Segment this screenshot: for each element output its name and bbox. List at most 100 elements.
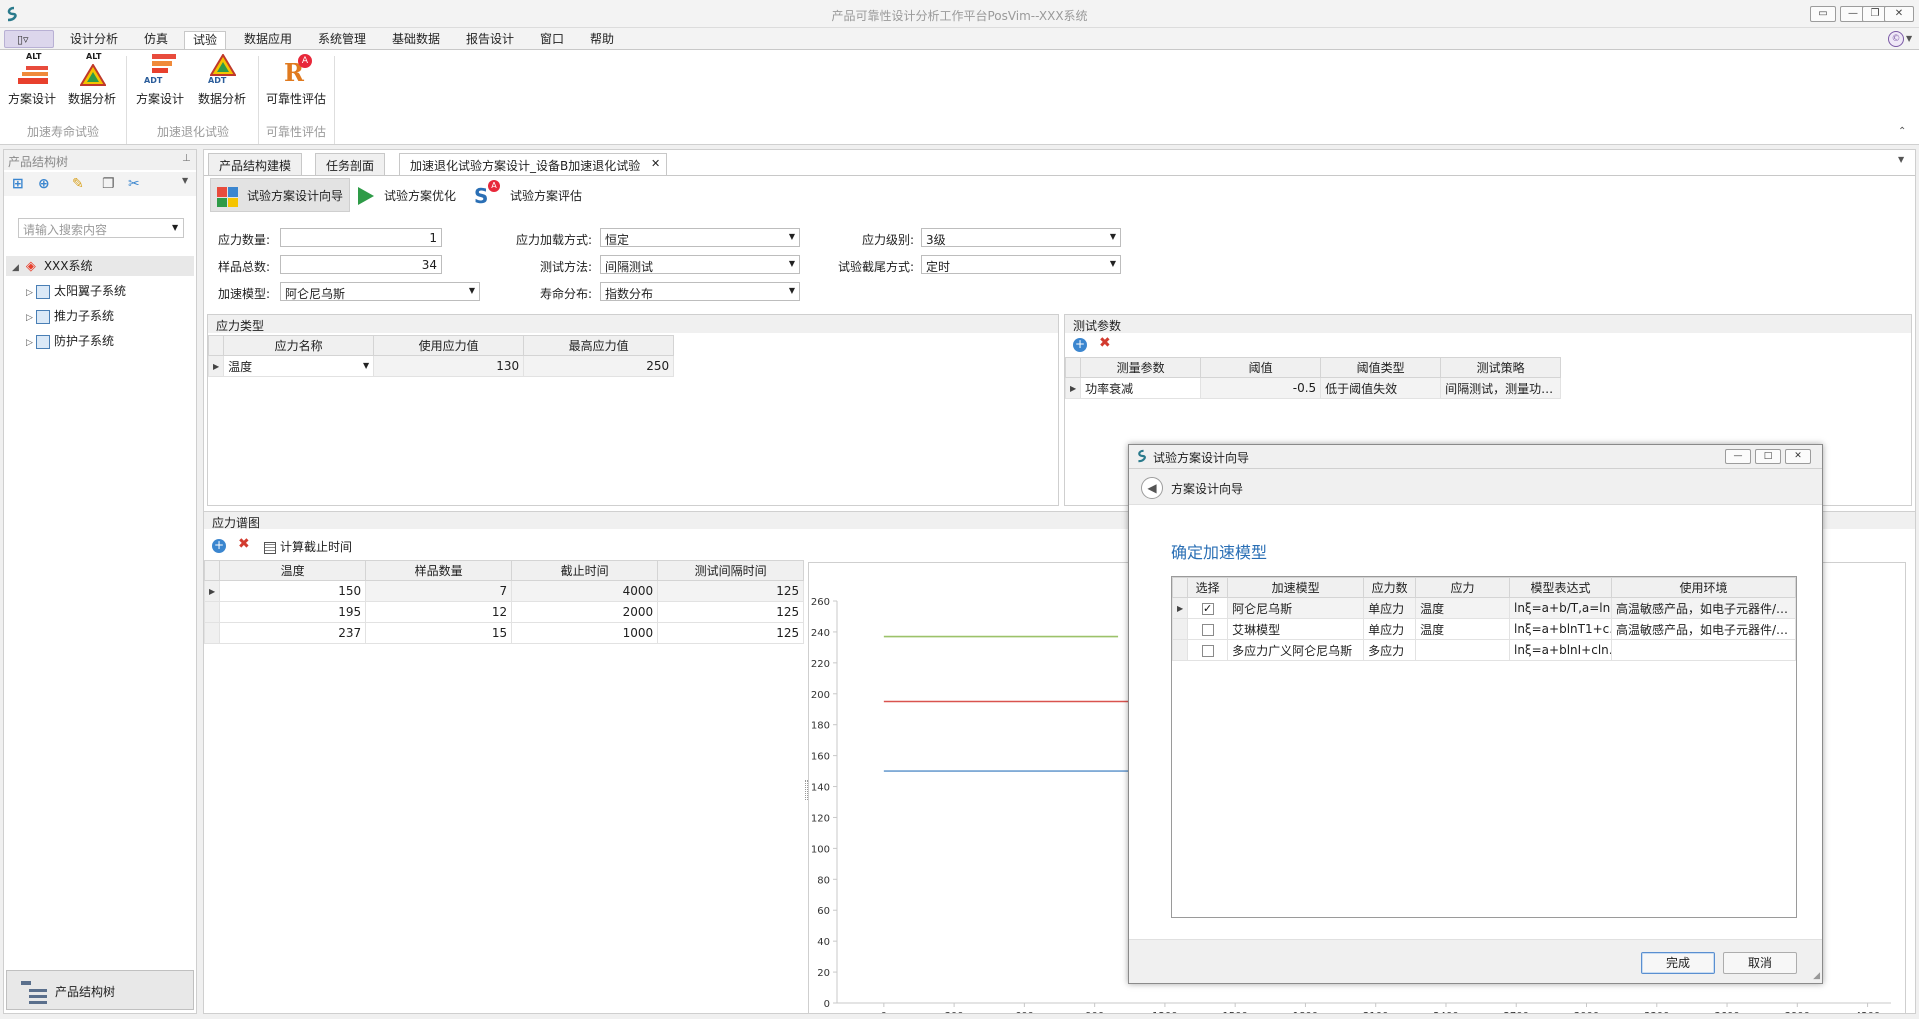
checkbox-checked[interactable]: ✓: [1201, 602, 1214, 615]
use-stress-cell[interactable]: 130: [373, 355, 525, 377]
window-option-button[interactable]: ▭: [1810, 6, 1836, 22]
column-header[interactable]: 应力: [1415, 577, 1510, 598]
column-header[interactable]: 测试间隔时间: [657, 560, 805, 581]
expand-icon[interactable]: ▷: [26, 333, 36, 353]
resize-grip-icon[interactable]: ◢: [1813, 971, 1820, 981]
table-row[interactable]: 艾琳模型 单应力 温度 lnξ=a+blnT1+c… 高温敏感产品，如电子元器件…: [1171, 618, 1797, 640]
add-param-icon[interactable]: +: [1073, 338, 1087, 352]
edit-node-icon[interactable]: ✎: [72, 176, 88, 192]
product-tree-bottom-tab[interactable]: 产品结构树: [6, 970, 194, 1010]
expand-icon[interactable]: ▷: [26, 283, 36, 303]
pin-icon[interactable]: ⊥: [182, 153, 191, 164]
censor-mode-select[interactable]: 定时 ▼: [921, 255, 1121, 274]
search-dropdown-icon[interactable]: ▼: [172, 223, 178, 232]
menu-help[interactable]: 帮助: [582, 31, 622, 50]
column-header[interactable]: 加速模型: [1227, 577, 1365, 598]
stress-count-input[interactable]: 1: [280, 228, 442, 247]
expand-icon[interactable]: ▷: [26, 308, 36, 328]
calc-cutoff-button[interactable]: 计算截止时间: [264, 538, 352, 555]
dialog-close-button[interactable]: ✕: [1785, 449, 1811, 464]
tab-mission-profile[interactable]: 任务剖面: [315, 153, 386, 175]
select-cell[interactable]: [1187, 618, 1229, 640]
life-dist-select[interactable]: 指数分布 ▼: [600, 282, 800, 301]
threshold-type-cell[interactable]: 低于阈值失效: [1320, 377, 1442, 399]
skin-dropdown-icon[interactable]: ▼: [1906, 34, 1912, 43]
stress-loading-select[interactable]: 恒定 ▼: [600, 228, 800, 247]
tree-node-thrust[interactable]: ▷ 推力子系统: [26, 306, 114, 326]
tree-node-protection[interactable]: ▷ 防护子系统: [26, 331, 114, 351]
param-name-cell[interactable]: 功率衰减: [1080, 377, 1202, 399]
column-header[interactable]: 使用环境: [1610, 577, 1797, 598]
column-header[interactable]: 温度: [219, 560, 367, 581]
close-tab-icon[interactable]: ✕: [651, 157, 660, 170]
tree-node-root[interactable]: ◢ ◈ XXX系统: [6, 256, 194, 276]
table-row[interactable]: 237 15 1000 125: [203, 622, 805, 644]
tab-list-dropdown-icon[interactable]: ▼: [1898, 155, 1904, 164]
column-header[interactable]: 截止时间: [511, 560, 659, 581]
skin-icon[interactable]: ©: [1888, 31, 1904, 47]
column-header[interactable]: 最高应力值: [523, 335, 675, 356]
design-wizard-button[interactable]: 试验方案设计向导: [210, 178, 350, 212]
copy-node-icon[interactable]: ❐: [102, 176, 118, 192]
column-header[interactable]: 测试策略: [1440, 357, 1562, 378]
column-header[interactable]: 应力名称: [223, 335, 375, 356]
threshold-cell[interactable]: -0.5: [1200, 377, 1322, 399]
select-cell[interactable]: [1187, 639, 1229, 661]
column-header[interactable]: 样品数量: [365, 560, 513, 581]
select-cell[interactable]: ✓: [1187, 597, 1229, 619]
column-header[interactable]: 应力数: [1363, 577, 1417, 598]
menu-test[interactable]: 试验: [184, 31, 227, 50]
tab-product-modeling[interactable]: 产品结构建模: [208, 153, 303, 175]
dialog-maximize-button[interactable]: □: [1755, 449, 1781, 464]
cancel-button[interactable]: 取消: [1723, 952, 1797, 974]
table-row[interactable]: ▶ 温度 ▼ 130 250: [207, 355, 675, 377]
stress-level-select[interactable]: 3级 ▼: [921, 228, 1121, 247]
test-strategy-cell[interactable]: 间隔测试，测量功…: [1440, 377, 1562, 399]
toolbar-more-icon[interactable]: ▼: [182, 176, 198, 192]
quick-access-toolbar[interactable]: ▯▿: [4, 30, 54, 48]
menu-window[interactable]: 窗口: [532, 31, 572, 50]
dialog-minimize-button[interactable]: —: [1725, 449, 1751, 464]
back-icon[interactable]: ◀: [1141, 477, 1163, 499]
menu-report-design[interactable]: 报告设计: [458, 31, 522, 50]
tab-adt-design[interactable]: 加速退化试验方案设计_设备B加速退化试验 ✕: [399, 153, 668, 175]
delete-level-icon[interactable]: ✖: [238, 536, 250, 552]
ribbon-adt-scheme-design-button[interactable]: ADT 方案设计: [132, 52, 188, 112]
delete-param-icon[interactable]: ✖: [1099, 335, 1111, 351]
table-row[interactable]: ▶ 150 7 4000 125: [203, 580, 805, 602]
finish-button[interactable]: 完成: [1641, 952, 1715, 974]
add-level-icon[interactable]: +: [212, 539, 226, 553]
checkbox-unchecked[interactable]: [1201, 644, 1214, 657]
ribbon-reliability-assessment-button[interactable]: R A 可靠性评估: [264, 52, 328, 112]
add-sibling-node-icon[interactable]: ⊕: [38, 176, 54, 192]
ribbon-collapse-icon[interactable]: ⌃: [1898, 126, 1906, 137]
column-header[interactable]: 阈值类型: [1320, 357, 1442, 378]
tree-node-solar-wing[interactable]: ▷ 太阳翼子系统: [26, 281, 126, 301]
sample-total-input[interactable]: 34: [280, 255, 442, 274]
ribbon-adt-data-analysis-button[interactable]: ADT 数据分析: [194, 52, 250, 112]
column-header[interactable]: 测量参数: [1080, 357, 1202, 378]
column-header[interactable]: 模型表达式: [1508, 577, 1612, 598]
accel-model-select[interactable]: 阿仑尼乌斯 ▼: [280, 282, 480, 301]
menu-system-management[interactable]: 系统管理: [310, 31, 374, 50]
column-header[interactable]: 阈值: [1200, 357, 1322, 378]
column-header[interactable]: 使用应力值: [373, 335, 525, 356]
cut-node-icon[interactable]: ✂: [128, 176, 144, 192]
tree-search-input[interactable]: 请输入搜索内容: [18, 218, 184, 238]
table-row[interactable]: 195 12 2000 125: [203, 601, 805, 623]
optimize-scheme-button[interactable]: 试验方案优化: [358, 178, 456, 212]
menu-data-application[interactable]: 数据应用: [236, 31, 300, 50]
evaluate-scheme-button[interactable]: S A 试验方案评估: [474, 178, 582, 212]
table-row[interactable]: ▶ ✓ 阿仑尼乌斯 单应力 温度 lnξ=a+b/T,a=ln… 高温敏感产品，…: [1171, 597, 1797, 619]
table-row[interactable]: 多应力广义阿仑尼乌斯 多应力 lnξ=a+blnI+cln…: [1171, 639, 1797, 661]
checkbox-unchecked[interactable]: [1201, 623, 1214, 636]
ribbon-alt-scheme-design-button[interactable]: ALT 方案设计: [4, 52, 60, 112]
max-stress-cell[interactable]: 250: [523, 355, 675, 377]
window-close-button[interactable]: ✕: [1884, 6, 1914, 22]
collapse-icon[interactable]: ◢: [12, 258, 22, 278]
add-child-node-icon[interactable]: ⊞: [12, 176, 28, 192]
menu-simulation[interactable]: 仿真: [136, 31, 176, 50]
stress-name-cell[interactable]: 温度 ▼: [223, 355, 375, 377]
menu-design-analysis[interactable]: 设计分析: [62, 31, 126, 50]
table-row[interactable]: ▶ 功率衰减 -0.5 低于阈值失效 间隔测试，测量功…: [1064, 377, 1562, 399]
